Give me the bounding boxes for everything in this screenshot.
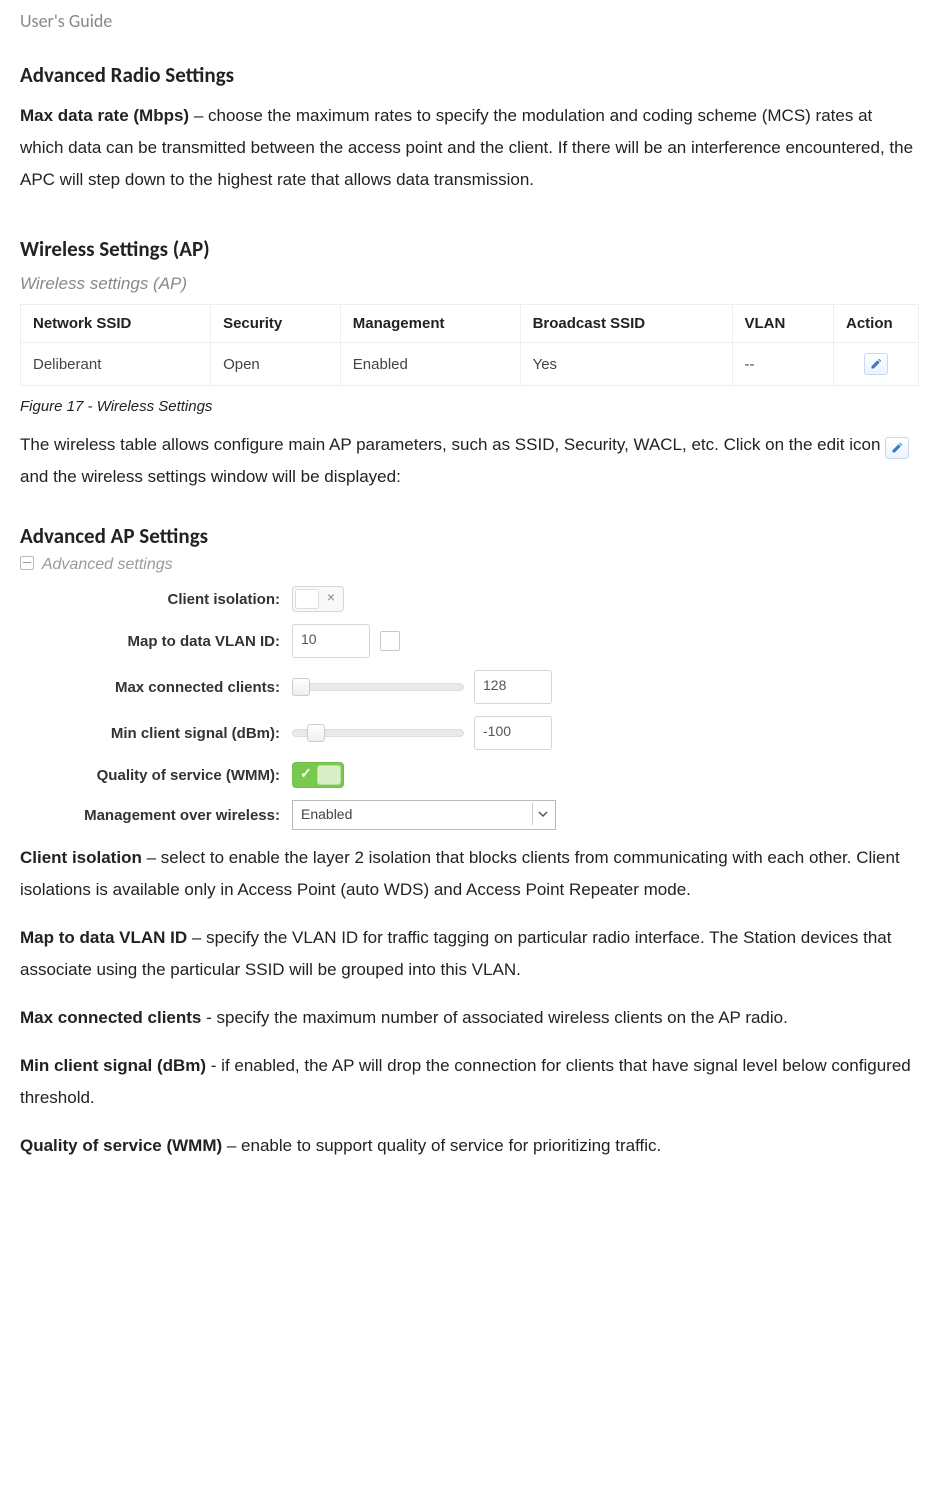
row-mgmt-wireless: Management over wireless: Enabled bbox=[20, 800, 580, 830]
row-qos: Quality of service (WMM): bbox=[20, 762, 580, 788]
def-min-signal: Min client signal (dBm) - if enabled, th… bbox=[20, 1050, 919, 1114]
row-client-isolation: Client isolation: bbox=[20, 586, 580, 612]
checkbox-vlan-enable[interactable] bbox=[380, 631, 400, 651]
label-client-isolation: Client isolation: bbox=[20, 591, 292, 608]
th-action: Action bbox=[834, 305, 919, 343]
label-qos: Quality of service (WMM): bbox=[20, 767, 292, 784]
panel-label-wireless: Wireless settings (AP) bbox=[20, 274, 919, 294]
paragraph-max-data-rate: Max data rate (Mbps) – choose the maximu… bbox=[20, 100, 919, 196]
cell-vlan: -- bbox=[732, 343, 834, 386]
section-title-advanced-radio: Advanced Radio Settings bbox=[20, 62, 919, 88]
toggle-qos[interactable] bbox=[292, 762, 344, 788]
edit-icon-inline bbox=[885, 437, 909, 459]
def-max-clients: Max connected clients - specify the maxi… bbox=[20, 1002, 919, 1034]
text: and the wireless settings window will be… bbox=[20, 467, 401, 486]
paragraph-wireless-intro: The wireless table allows configure main… bbox=[20, 429, 919, 493]
th-broadcast: Broadcast SSID bbox=[520, 305, 732, 343]
def-qos: Quality of service (WMM) – enable to sup… bbox=[20, 1130, 919, 1162]
select-value: Enabled bbox=[301, 806, 352, 822]
edit-button[interactable] bbox=[864, 353, 888, 375]
term: Quality of service (WMM) bbox=[20, 1136, 222, 1155]
th-management: Management bbox=[340, 305, 520, 343]
term-max-data-rate: Max data rate (Mbps) bbox=[20, 106, 189, 125]
input-max-clients[interactable]: 128 bbox=[474, 670, 552, 704]
section-title-wireless-settings: Wireless Settings (AP) bbox=[20, 236, 919, 262]
panel-label-text: Advanced settings bbox=[42, 556, 173, 573]
figure-caption: Figure 17 - Wireless Settings bbox=[20, 398, 919, 415]
row-min-signal: Min client signal (dBm): -100 bbox=[20, 716, 580, 750]
pencil-icon bbox=[891, 442, 903, 454]
th-vlan: VLAN bbox=[732, 305, 834, 343]
slider-max-clients[interactable] bbox=[292, 683, 464, 691]
label-max-clients: Max connected clients: bbox=[20, 679, 292, 696]
cell-management: Enabled bbox=[340, 343, 520, 386]
term: Client isolation bbox=[20, 848, 142, 867]
term: Map to data VLAN ID bbox=[20, 928, 187, 947]
term: Max connected clients bbox=[20, 1008, 201, 1027]
collapse-icon[interactable] bbox=[20, 556, 34, 570]
panel-label-advanced: Advanced settings bbox=[20, 555, 580, 574]
table-row: Deliberant Open Enabled Yes -- bbox=[21, 343, 919, 386]
select-mgmt-wireless[interactable]: Enabled bbox=[292, 800, 556, 830]
input-vlan-id[interactable]: 10 bbox=[292, 624, 370, 658]
text: The wireless table allows configure main… bbox=[20, 435, 885, 454]
cell-ssid: Deliberant bbox=[21, 343, 211, 386]
term: Min client signal (dBm) bbox=[20, 1056, 206, 1075]
label-mgmt-wireless: Management over wireless: bbox=[20, 807, 292, 824]
cell-broadcast: Yes bbox=[520, 343, 732, 386]
slider-min-signal[interactable] bbox=[292, 729, 464, 737]
toggle-client-isolation[interactable] bbox=[292, 586, 344, 612]
th-ssid: Network SSID bbox=[21, 305, 211, 343]
def-vlan-id: Map to data VLAN ID – specify the VLAN I… bbox=[20, 922, 919, 986]
table-header-row: Network SSID Security Management Broadca… bbox=[21, 305, 919, 343]
th-security: Security bbox=[211, 305, 341, 343]
section-title-advanced-ap: Advanced AP Settings bbox=[20, 523, 919, 549]
cell-security: Open bbox=[211, 343, 341, 386]
cell-action bbox=[834, 343, 919, 386]
wireless-table: Network SSID Security Management Broadca… bbox=[20, 304, 919, 386]
doc-header: User's Guide bbox=[20, 10, 919, 32]
pencil-icon bbox=[870, 358, 882, 370]
label-min-signal: Min client signal (dBm): bbox=[20, 725, 292, 742]
text: – enable to support quality of service f… bbox=[222, 1136, 661, 1155]
text: - specify the maximum number of associat… bbox=[201, 1008, 787, 1027]
chevron-down-icon bbox=[532, 803, 553, 825]
row-vlan-id: Map to data VLAN ID: 10 bbox=[20, 624, 580, 658]
advanced-settings-panel: Advanced settings Client isolation: Map … bbox=[20, 555, 580, 830]
def-client-isolation: Client isolation – select to enable the … bbox=[20, 842, 919, 906]
label-vlan-id: Map to data VLAN ID: bbox=[20, 633, 292, 650]
text: – select to enable the layer 2 isolation… bbox=[20, 848, 900, 899]
input-min-signal[interactable]: -100 bbox=[474, 716, 552, 750]
row-max-clients: Max connected clients: 128 bbox=[20, 670, 580, 704]
